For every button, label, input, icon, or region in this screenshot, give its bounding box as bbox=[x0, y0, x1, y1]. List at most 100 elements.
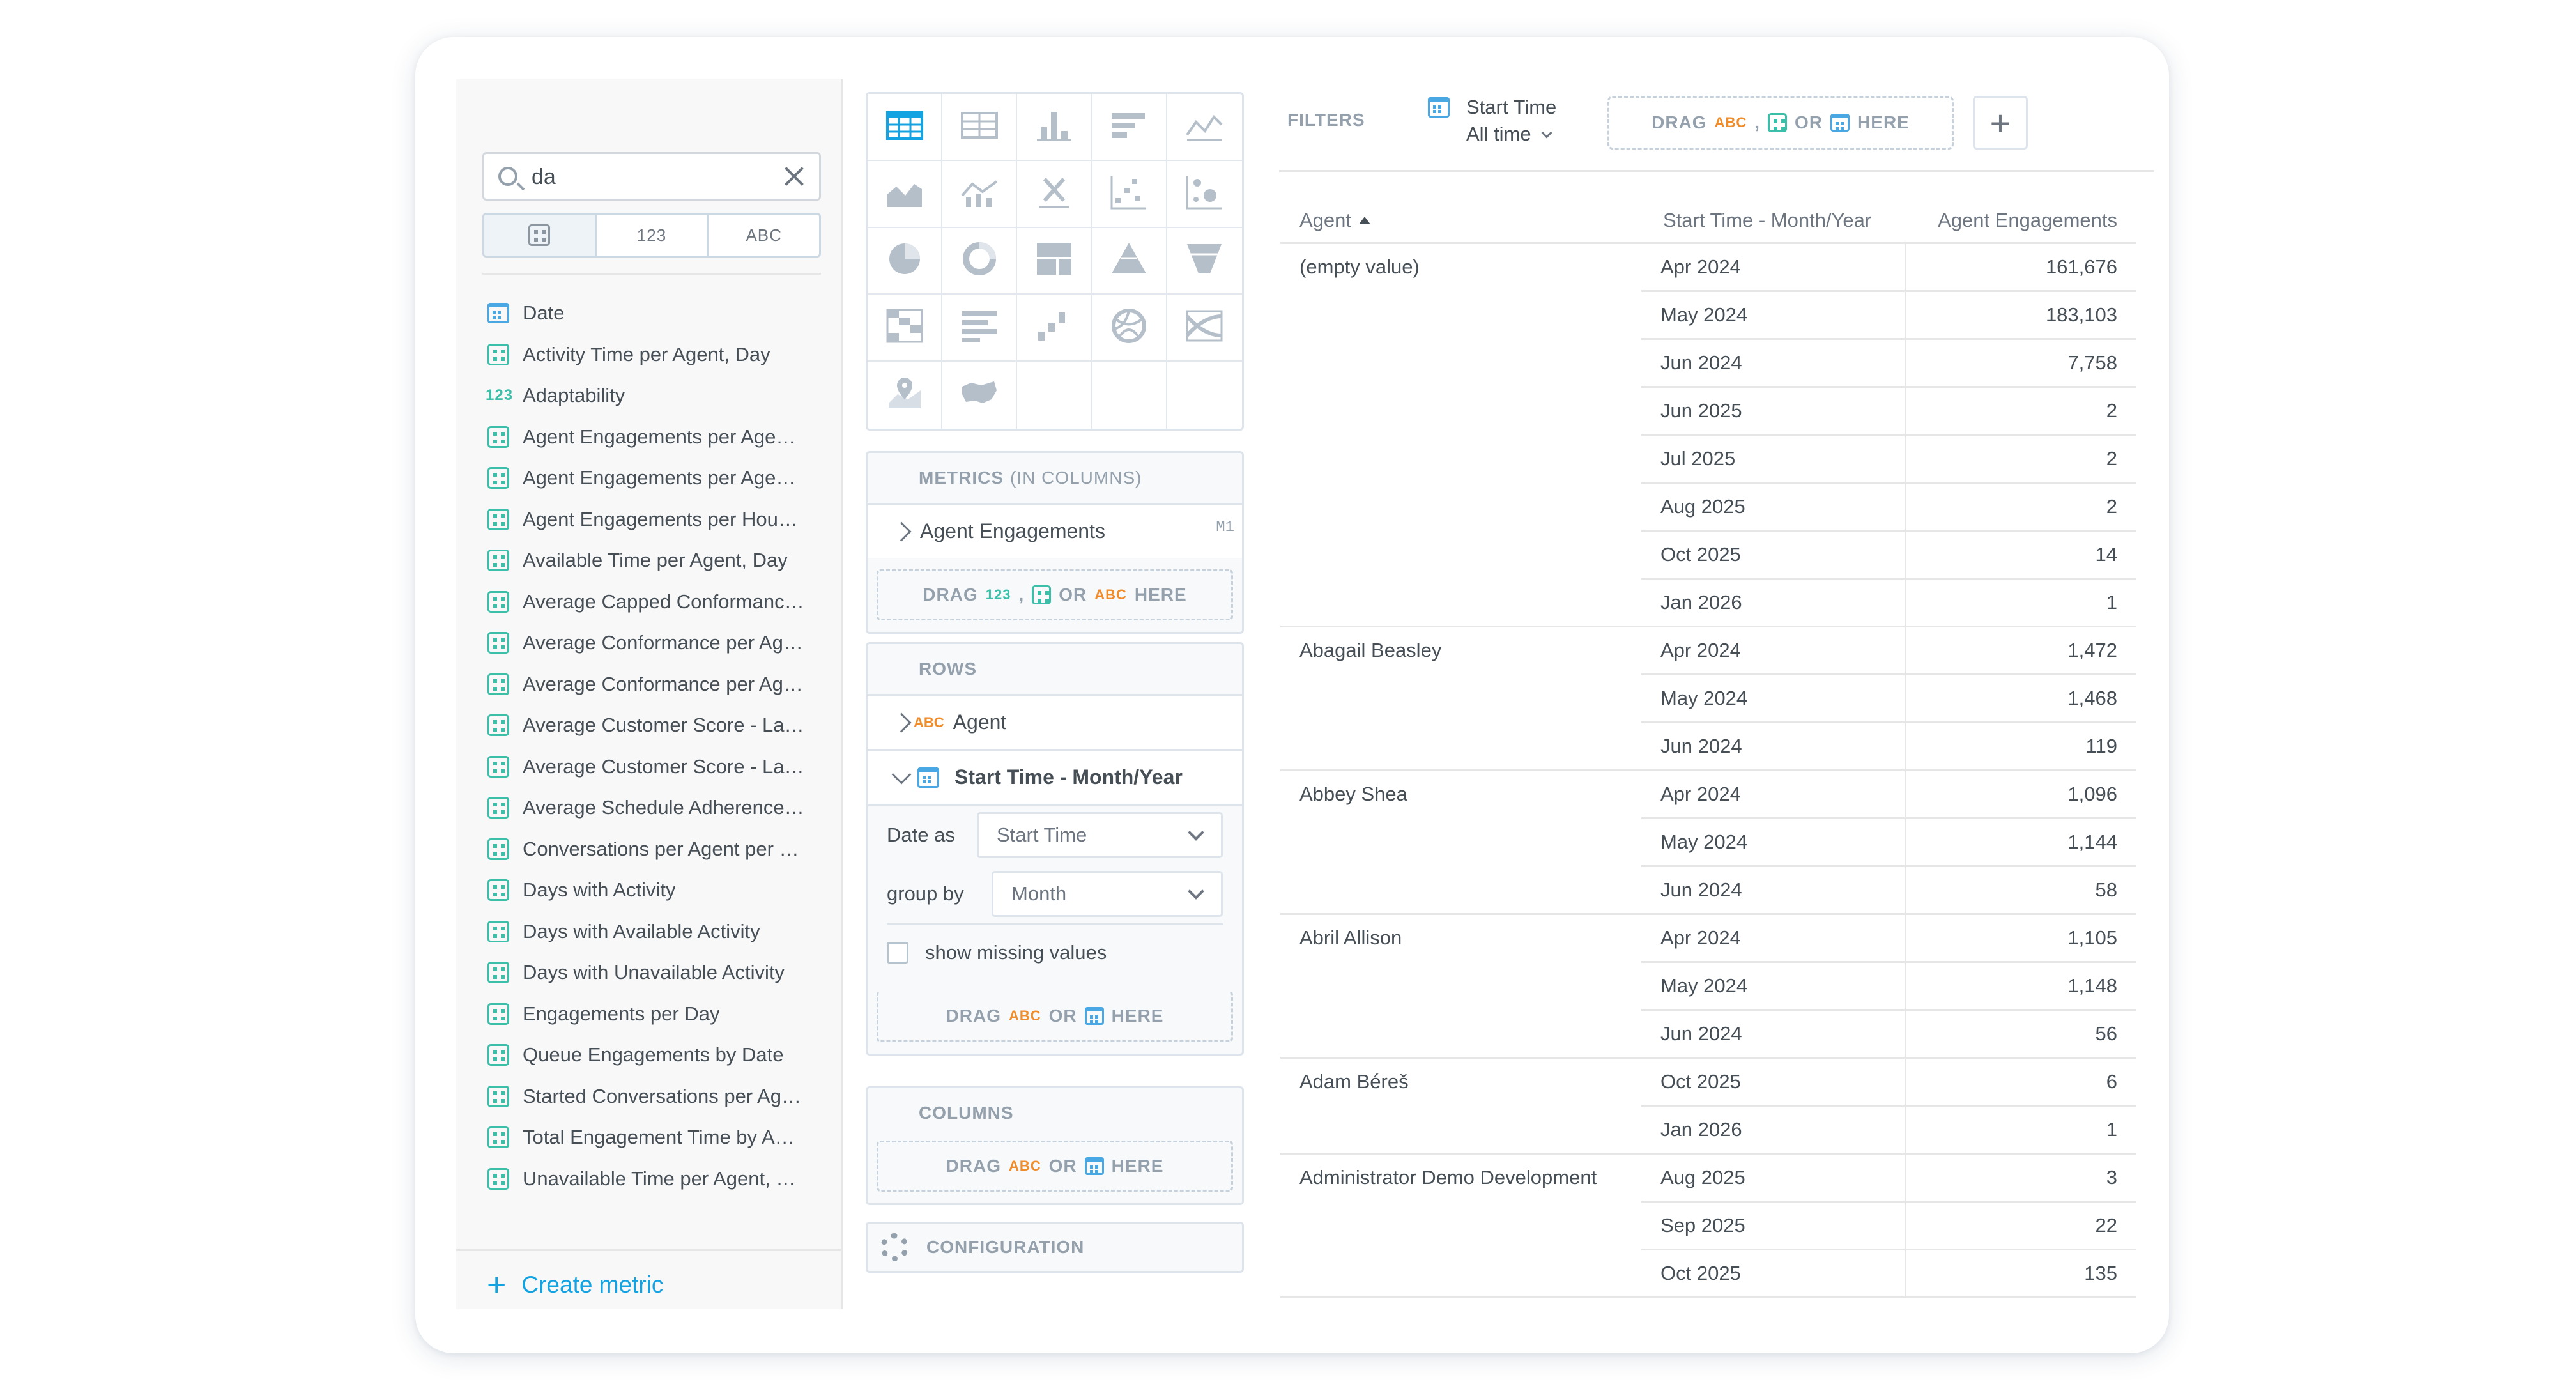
table-row: Jun 2024 119 bbox=[1641, 723, 2136, 771]
chevron-right-icon[interactable] bbox=[891, 521, 912, 542]
catalog-item[interactable]: Conversations per Agent per … bbox=[486, 829, 824, 870]
configuration-button[interactable]: CONFIGURATION bbox=[866, 1222, 1244, 1273]
start-time-filter[interactable]: Start Time All time bbox=[1428, 96, 1581, 151]
vis-type-xirr[interactable] bbox=[1017, 160, 1092, 228]
vis-type-geo-pushpin[interactable] bbox=[868, 362, 943, 429]
waterfall-chart-icon bbox=[1032, 304, 1077, 351]
vis-type-bar-chart[interactable] bbox=[1092, 94, 1167, 161]
vis-type-geo-area-map[interactable] bbox=[942, 362, 1018, 429]
heatmap-icon bbox=[882, 304, 927, 351]
filter-attributes-button[interactable]: ABC bbox=[709, 215, 819, 256]
header-agent[interactable]: Agent bbox=[1280, 209, 1641, 232]
month-cell: Aug 2025 bbox=[1641, 1155, 1906, 1201]
metrics-dropzone[interactable]: DRAG 123 , OR ABC HERE bbox=[877, 569, 1233, 620]
show-missing-label: show missing values bbox=[925, 941, 1107, 964]
show-missing-row: show missing values bbox=[887, 923, 1223, 980]
date-as-select[interactable]: Start Time bbox=[977, 812, 1223, 858]
engagements-cell: 2 bbox=[2106, 495, 2117, 518]
bucket-item-agent[interactable]: ABC Agent bbox=[868, 694, 1242, 749]
vis-type-combo-chart[interactable] bbox=[942, 160, 1018, 228]
catalog-item[interactable]: Agent Engagements per Hou… bbox=[486, 499, 824, 541]
vis-type-line-chart[interactable] bbox=[1167, 94, 1242, 161]
attribute-icon: ABC bbox=[1094, 587, 1127, 603]
chevron-down-icon[interactable] bbox=[891, 764, 912, 785]
columns-dropzone[interactable]: DRAG ABC OR HERE bbox=[877, 1141, 1233, 1192]
date-as-value: Start Time bbox=[997, 824, 1087, 846]
catalog-item[interactable]: Unavailable Time per Agent, … bbox=[486, 1158, 824, 1200]
rows-dropzone[interactable]: DRAG ABC OR HERE bbox=[877, 991, 1233, 1042]
filter-facts-button[interactable]: 123 bbox=[597, 215, 709, 256]
catalog-item[interactable]: Started Conversations per Ag… bbox=[486, 1076, 824, 1118]
vis-type-headline[interactable] bbox=[942, 94, 1018, 161]
metric-icon bbox=[486, 589, 511, 615]
catalog-item-label: Average Conformance per Ag… bbox=[523, 631, 803, 654]
metric-icon bbox=[486, 672, 511, 697]
add-filter-button[interactable]: + bbox=[1973, 96, 2028, 150]
columns-bucket: COLUMNS DRAG ABC OR HERE bbox=[866, 1086, 1244, 1205]
columns-bucket-title: COLUMNS bbox=[919, 1103, 1014, 1123]
catalog-search-input[interactable] bbox=[532, 159, 774, 195]
show-missing-checkbox[interactable] bbox=[887, 941, 908, 964]
catalog-item[interactable]: Days with Available Activity bbox=[486, 911, 824, 953]
dropzone-or-text: OR bbox=[1059, 585, 1087, 604]
catalog-item[interactable]: Engagements per Day bbox=[486, 994, 824, 1035]
catalog-item[interactable]: Average Customer Score - La… bbox=[486, 746, 824, 788]
header-start-time[interactable]: Start Time - Month/Year bbox=[1641, 209, 1906, 232]
header-agent-engagements[interactable]: Agent Engagements bbox=[1906, 209, 2136, 232]
vis-type-waterfall-chart[interactable] bbox=[1017, 295, 1092, 362]
catalog-item[interactable]: Average Conformance per Ag… bbox=[486, 664, 824, 705]
vis-type-dependency-wheel[interactable] bbox=[1092, 295, 1167, 362]
clear-search-icon[interactable] bbox=[782, 164, 806, 188]
catalog-item[interactable]: Average Schedule Adherence… bbox=[486, 787, 824, 829]
table-row: Jul 2025 2 bbox=[1641, 436, 2136, 484]
vis-type-bullet-chart[interactable] bbox=[942, 295, 1018, 362]
search-icon bbox=[498, 167, 518, 186]
date-icon bbox=[1084, 1157, 1104, 1175]
fact-icon: 123 bbox=[985, 587, 1011, 603]
vis-type-bubble-chart[interactable] bbox=[1167, 161, 1242, 228]
vis-type-treemap[interactable] bbox=[1017, 227, 1092, 295]
vis-type-donut-chart[interactable] bbox=[942, 227, 1018, 295]
catalog-item[interactable]: Agent Engagements per Age… bbox=[486, 417, 824, 458]
table-row: Apr 2024 161,676 bbox=[1641, 244, 2136, 292]
catalog-item[interactable]: Average Customer Score - La… bbox=[486, 705, 824, 746]
filter-metrics-button[interactable] bbox=[484, 215, 597, 256]
catalog-item[interactable]: Average Conformance per Ag… bbox=[486, 622, 824, 664]
catalog-item[interactable]: Queue Engagements by Date bbox=[486, 1034, 824, 1076]
group-by-select[interactable]: Month bbox=[992, 871, 1223, 917]
bullet-chart-icon bbox=[957, 304, 1002, 351]
filters-dropzone[interactable]: DRAG ABC , OR HERE bbox=[1607, 96, 1954, 150]
vis-type-scatter-plot[interactable] bbox=[1092, 160, 1167, 228]
attribute-icon: ABC bbox=[1008, 1007, 1041, 1024]
vis-type-table[interactable] bbox=[868, 94, 943, 161]
vis-type-pyramid-chart[interactable] bbox=[1092, 227, 1167, 295]
catalog-item[interactable]: Available Time per Agent, Day bbox=[486, 540, 824, 581]
vis-type-column-chart[interactable] bbox=[1017, 94, 1092, 161]
engagements-cell: 1,148 bbox=[2067, 974, 2117, 997]
catalog-item[interactable]: Agent Engagements per Age… bbox=[486, 457, 824, 499]
catalog-item[interactable]: 123 Adaptability bbox=[486, 375, 824, 417]
vis-type-pie-chart[interactable] bbox=[868, 227, 943, 295]
catalog-item[interactable]: Total Engagement Time by A… bbox=[486, 1117, 824, 1158]
group-by-label: group by bbox=[887, 882, 964, 905]
dropzone-here-text: HERE bbox=[1111, 1156, 1164, 1176]
table-row: Jan 2026 1 bbox=[1641, 1107, 2136, 1155]
vis-type-empty-cell bbox=[1017, 362, 1092, 429]
fact-icon: 123 bbox=[486, 387, 514, 404]
vis-type-funnel-chart[interactable] bbox=[1167, 228, 1242, 295]
catalog-search[interactable] bbox=[482, 152, 821, 201]
catalog-item[interactable]: Activity Time per Agent, Day bbox=[486, 334, 824, 376]
month-cell: May 2024 bbox=[1641, 963, 1906, 1009]
catalog-item[interactable]: Average Capped Conformanc… bbox=[486, 581, 824, 623]
catalog-item[interactable]: Date bbox=[486, 293, 824, 334]
vis-type-heatmap[interactable] bbox=[868, 295, 943, 362]
bucket-item-start-time[interactable]: Start Time - Month/Year bbox=[868, 749, 1242, 804]
catalog-item[interactable]: Days with Activity bbox=[486, 870, 824, 911]
catalog-item[interactable]: Days with Unavailable Activity bbox=[486, 952, 824, 994]
vis-type-area-chart[interactable] bbox=[868, 160, 943, 228]
month-cell: Jul 2025 bbox=[1641, 436, 1906, 482]
vis-type-sankey-chart[interactable] bbox=[1167, 295, 1242, 362]
create-metric-button[interactable]: + Create metric bbox=[487, 1268, 663, 1302]
bucket-item-agent-engagements[interactable]: Agent Engagements M1 bbox=[868, 503, 1242, 558]
chevron-right-icon[interactable] bbox=[891, 712, 912, 733]
